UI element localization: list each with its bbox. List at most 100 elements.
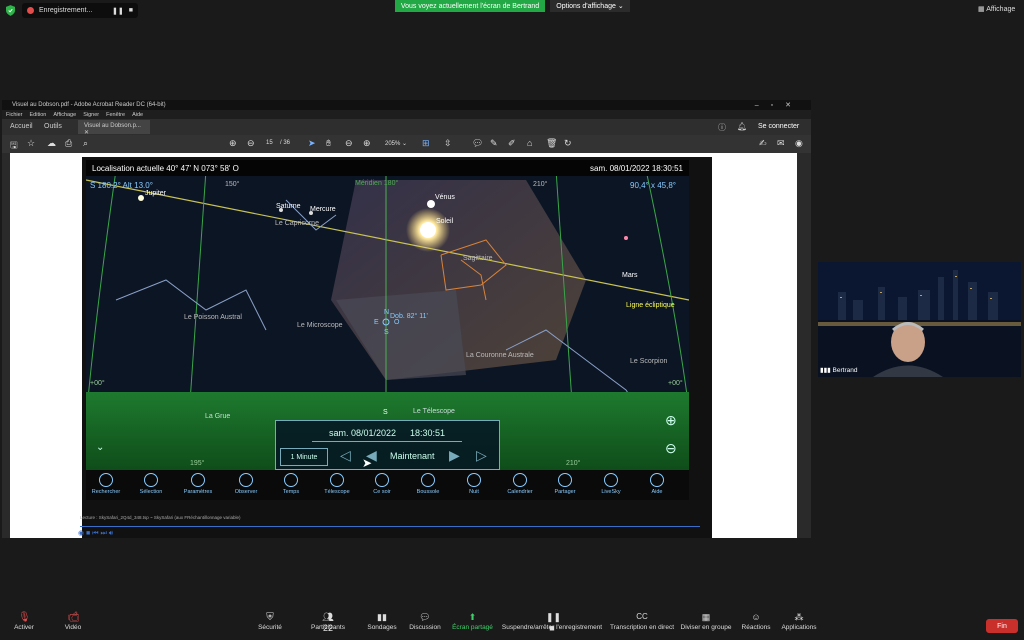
stamp-icon[interactable]: ⌂ — [527, 138, 532, 148]
rotate-icon[interactable]: ↻ — [564, 138, 572, 149]
sky-toolbar: Rechercher Sélection Paramètres Observer… — [86, 470, 689, 500]
webcam-video — [818, 262, 1021, 377]
player-controls[interactable]: ◉ ■ ⏮ ⏭ 🔊︎ — [78, 529, 113, 538]
draw-icon[interactable]: ✐ — [508, 138, 516, 149]
menu-aide[interactable]: Aide — [132, 112, 143, 118]
zoom-in-icon[interactable]: ⊕ — [363, 138, 371, 149]
tool-ce-soir[interactable]: Ce soir — [357, 473, 407, 495]
zoom-out-icon[interactable]: ⊖ — [345, 138, 353, 149]
label-o: O — [394, 319, 400, 326]
upload-icon[interactable]: ☁ — [47, 138, 56, 149]
save-icon[interactable]: 🖫︎ — [10, 138, 18, 154]
label-mars: Mars — [622, 272, 638, 279]
chat-button[interactable]: 💬︎ Discussion — [405, 610, 445, 631]
zoom-in-sky-icon[interactable]: ⊕ — [665, 412, 677, 429]
help-icon — [650, 473, 664, 487]
tab-document[interactable]: Visuel au Dobson.p... ✕ — [78, 120, 150, 136]
menu-fenetre[interactable]: Fenêtre — [106, 112, 125, 118]
page-up-icon[interactable]: ⊕ — [229, 138, 237, 149]
rewind-fast-icon[interactable]: ◁ — [340, 447, 351, 464]
participants-button[interactable]: 👥︎ 22 Participants — [305, 610, 351, 633]
delete-icon[interactable]: 🗑︎ — [546, 138, 557, 149]
polls-button[interactable]: ▮▮ Sondages — [363, 610, 401, 631]
mail-icon[interactable]: ✉ — [777, 138, 785, 149]
search-icon[interactable]: ⌕ — [83, 138, 88, 149]
tool-selection[interactable]: Sélection — [126, 473, 176, 495]
tab-outils[interactable]: Outils — [44, 123, 62, 130]
label-poisson-austral: Le Poisson Austral — [184, 314, 242, 321]
view-options-button[interactable]: Options d'affichage ⌄ — [550, 0, 630, 12]
forward-icon[interactable]: ▶ — [449, 447, 460, 464]
page-down-icon[interactable]: ⊖ — [247, 138, 255, 149]
sign-icon[interactable]: ✍︎ — [759, 138, 767, 149]
tool-observer[interactable]: Observer — [221, 473, 271, 495]
video-button[interactable]: 📹︎ Vidéo — [56, 610, 90, 631]
tool-aide[interactable]: Aide — [632, 473, 682, 495]
tool-nuit[interactable]: Nuit — [449, 473, 499, 495]
pause-stop-recording-button[interactable]: ❚❚ ■ Suspendre/arrêter l'enregistrement — [500, 610, 604, 633]
breakout-rooms-button[interactable]: ▦ Diviser en groupe — [680, 610, 732, 631]
collapse-chevron-icon[interactable]: ⌄ — [96, 442, 104, 453]
menu-affichage[interactable]: Affichage — [53, 112, 76, 118]
stop-icon[interactable]: ■ — [129, 7, 133, 14]
scroll-icon[interactable]: ⇳ — [444, 138, 452, 149]
clock-icon — [284, 473, 298, 487]
tab-accueil[interactable]: Accueil — [10, 123, 33, 130]
menu-fichier[interactable]: Fichier — [6, 112, 23, 118]
tool-rechercher[interactable]: Rechercher — [81, 473, 131, 495]
help-icon[interactable]: ⓘ — [718, 122, 726, 133]
mute-button[interactable]: 🎙︎ Activer — [8, 610, 40, 631]
now-button[interactable]: Maintenant — [390, 451, 435, 461]
print-icon[interactable]: ⎙ — [65, 138, 72, 149]
share-screen-button[interactable]: ⬆ Écran partagé — [450, 610, 495, 631]
player-progress[interactable] — [80, 526, 700, 527]
end-meeting-button[interactable]: Fin — [986, 619, 1018, 633]
select-icon — [144, 473, 158, 487]
forward-fast-icon[interactable]: ▷ — [476, 447, 487, 464]
panel-time[interactable]: 18:30:51 — [410, 428, 445, 438]
panel-date[interactable]: sam. 08/01/2022 — [329, 428, 396, 438]
menu-edition[interactable]: Edition — [30, 112, 47, 118]
tool-partager[interactable]: Partager — [540, 473, 590, 495]
tool-parametres[interactable]: Paramètres — [173, 473, 223, 495]
tool-calendrier[interactable]: Calendrier — [495, 473, 545, 495]
time-step-button[interactable]: 1 Minute — [280, 448, 328, 466]
fov-readout: 90,4° x 45,8° — [630, 181, 676, 190]
tool-boussole[interactable]: Boussole — [403, 473, 453, 495]
reactions-button[interactable]: ☺ Réactions — [738, 610, 774, 631]
tool-temps[interactable]: Temps — [266, 473, 316, 495]
fit-page-icon[interactable]: ⊞ — [422, 138, 430, 149]
login-button[interactable]: Se connecter — [758, 123, 799, 130]
apps-button[interactable]: ⁂ Applications — [778, 610, 820, 631]
signal-icon: ▮▮▮ — [820, 367, 833, 374]
bell-icon[interactable]: 🔔︎ — [737, 122, 747, 131]
highlight-icon[interactable]: ✎ — [490, 138, 498, 149]
label-s: S — [384, 329, 389, 336]
label-soleil: Soleil — [436, 218, 454, 225]
zoom-out-sky-icon[interactable]: ⊖ — [665, 440, 677, 457]
tool-telescope[interactable]: Télescope — [312, 473, 362, 495]
apps-icon: ⁂ — [794, 612, 804, 622]
security-button[interactable]: ⛨ Sécurité — [250, 610, 290, 631]
camera-off-icon: 📹︎ — [67, 612, 80, 623]
recording-indicator[interactable]: Enregistrement... ❚❚ ■ — [22, 3, 138, 18]
hand-icon[interactable]: ✋︎ — [326, 138, 331, 149]
webcam-tile[interactable]: ▮▮▮ Bertrand — [818, 262, 1021, 377]
security-shield-icon — [6, 5, 15, 16]
label-mercure: Mercure — [310, 206, 336, 213]
menu-signer[interactable]: Signer — [83, 112, 99, 118]
comment-icon[interactable]: 💬︎ — [472, 138, 483, 149]
mars-dot — [624, 236, 628, 240]
tool-livesky[interactable]: LiveSky — [586, 473, 636, 495]
label-s-ground: S — [383, 409, 388, 416]
star-icon[interactable]: ☆ — [27, 138, 35, 149]
window-controls[interactable]: –▫✕ — [755, 101, 803, 109]
zoom-select[interactable]: 205% ⌄ — [385, 140, 407, 147]
cursor-icon[interactable]: ➤ — [308, 138, 316, 149]
live-transcript-button[interactable]: CC Transcription en direct — [608, 610, 676, 631]
account-icon[interactable]: ◉ — [795, 138, 803, 149]
affichage-button[interactable]: ▦ Affichage — [978, 5, 1015, 13]
page-number-input[interactable]: 15 — [266, 140, 273, 146]
pause-icon[interactable]: ❚❚ — [112, 7, 124, 15]
grid-icon: ▦ — [701, 612, 711, 622]
